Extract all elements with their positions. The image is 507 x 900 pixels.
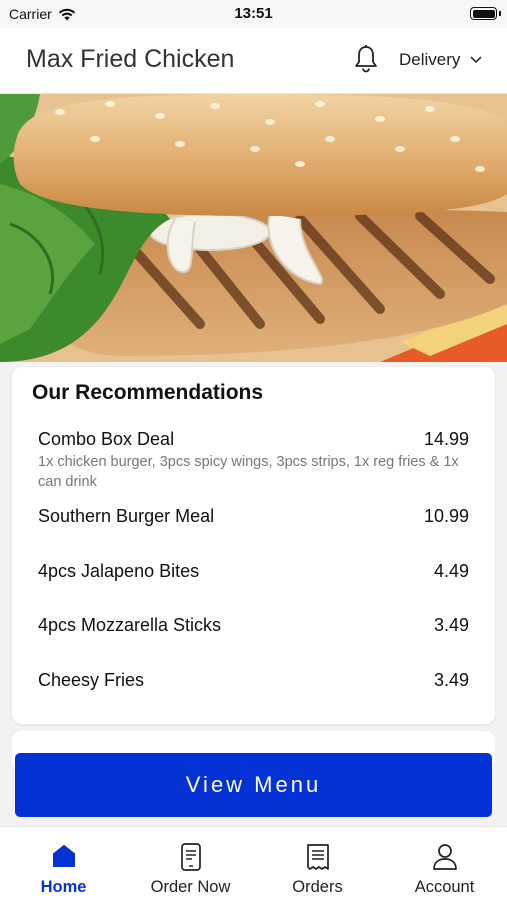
home-icon [52, 845, 75, 867]
person-icon [432, 844, 457, 870]
recommendation-item[interactable]: Combo Box Deal 14.99 1x chicken burger, … [38, 429, 469, 492]
bell-icon[interactable] [350, 43, 382, 75]
recommendation-item[interactable]: 4pcs Jalapeno Bites 4.49 [38, 561, 469, 582]
item-name: 4pcs Jalapeno Bites [38, 561, 200, 581]
item-description: 1x chicken burger, 3pcs spicy wings, 3pc… [38, 454, 459, 490]
tab-orders[interactable]: Orders [254, 827, 381, 900]
item-name: 4pcs Mozzarella Sticks [38, 615, 222, 635]
item-price: 10.99 [423, 506, 469, 526]
item-price: 3.49 [433, 615, 469, 635]
hero-burger-image [0, 94, 507, 362]
tab-label: Home [40, 878, 87, 896]
item-price: 3.49 [433, 670, 469, 690]
item-price: 14.99 [423, 429, 469, 449]
tab-order-now[interactable]: Order Now [127, 827, 254, 900]
bottom-tab-bar: Home Order Now Orders Account [0, 826, 507, 900]
item-name: Southern Burger Meal [38, 506, 215, 526]
tab-label: Orders [292, 878, 343, 896]
tab-home[interactable]: Home [0, 827, 127, 900]
delivery-mode-selector[interactable]: Delivery [399, 50, 482, 70]
receipt-icon [306, 844, 329, 870]
tab-label: Order Now [150, 878, 231, 896]
recommendations-card: Our Recommendations Combo Box Deal 14.99… [12, 367, 495, 724]
status-bar: Carrier 13:51 [0, 0, 507, 28]
tab-label: Account [414, 878, 475, 896]
item-name: Combo Box Deal [38, 429, 175, 449]
app-header: Max Fried Chicken Delivery [0, 28, 507, 94]
tab-account[interactable]: Account [381, 827, 507, 900]
recommendation-item[interactable]: 4pcs Mozzarella Sticks 3.49 [38, 615, 469, 636]
status-time: 13:51 [234, 5, 273, 22]
item-name: Cheesy Fries [38, 670, 145, 690]
delivery-mode-label: Delivery [399, 50, 461, 69]
phone-order-icon [180, 843, 201, 871]
recommendation-item[interactable]: Cheesy Fries 3.49 [38, 670, 469, 691]
view-menu-button[interactable]: View Menu [15, 753, 492, 817]
battery-icon [470, 7, 497, 20]
recommendation-item[interactable]: Southern Burger Meal 10.99 [38, 506, 469, 527]
app-title: Max Fried Chicken [26, 45, 235, 73]
recommendations-title: Our Recommendations [32, 381, 264, 404]
chevron-down-icon [470, 56, 482, 64]
item-price: 4.49 [433, 561, 469, 581]
